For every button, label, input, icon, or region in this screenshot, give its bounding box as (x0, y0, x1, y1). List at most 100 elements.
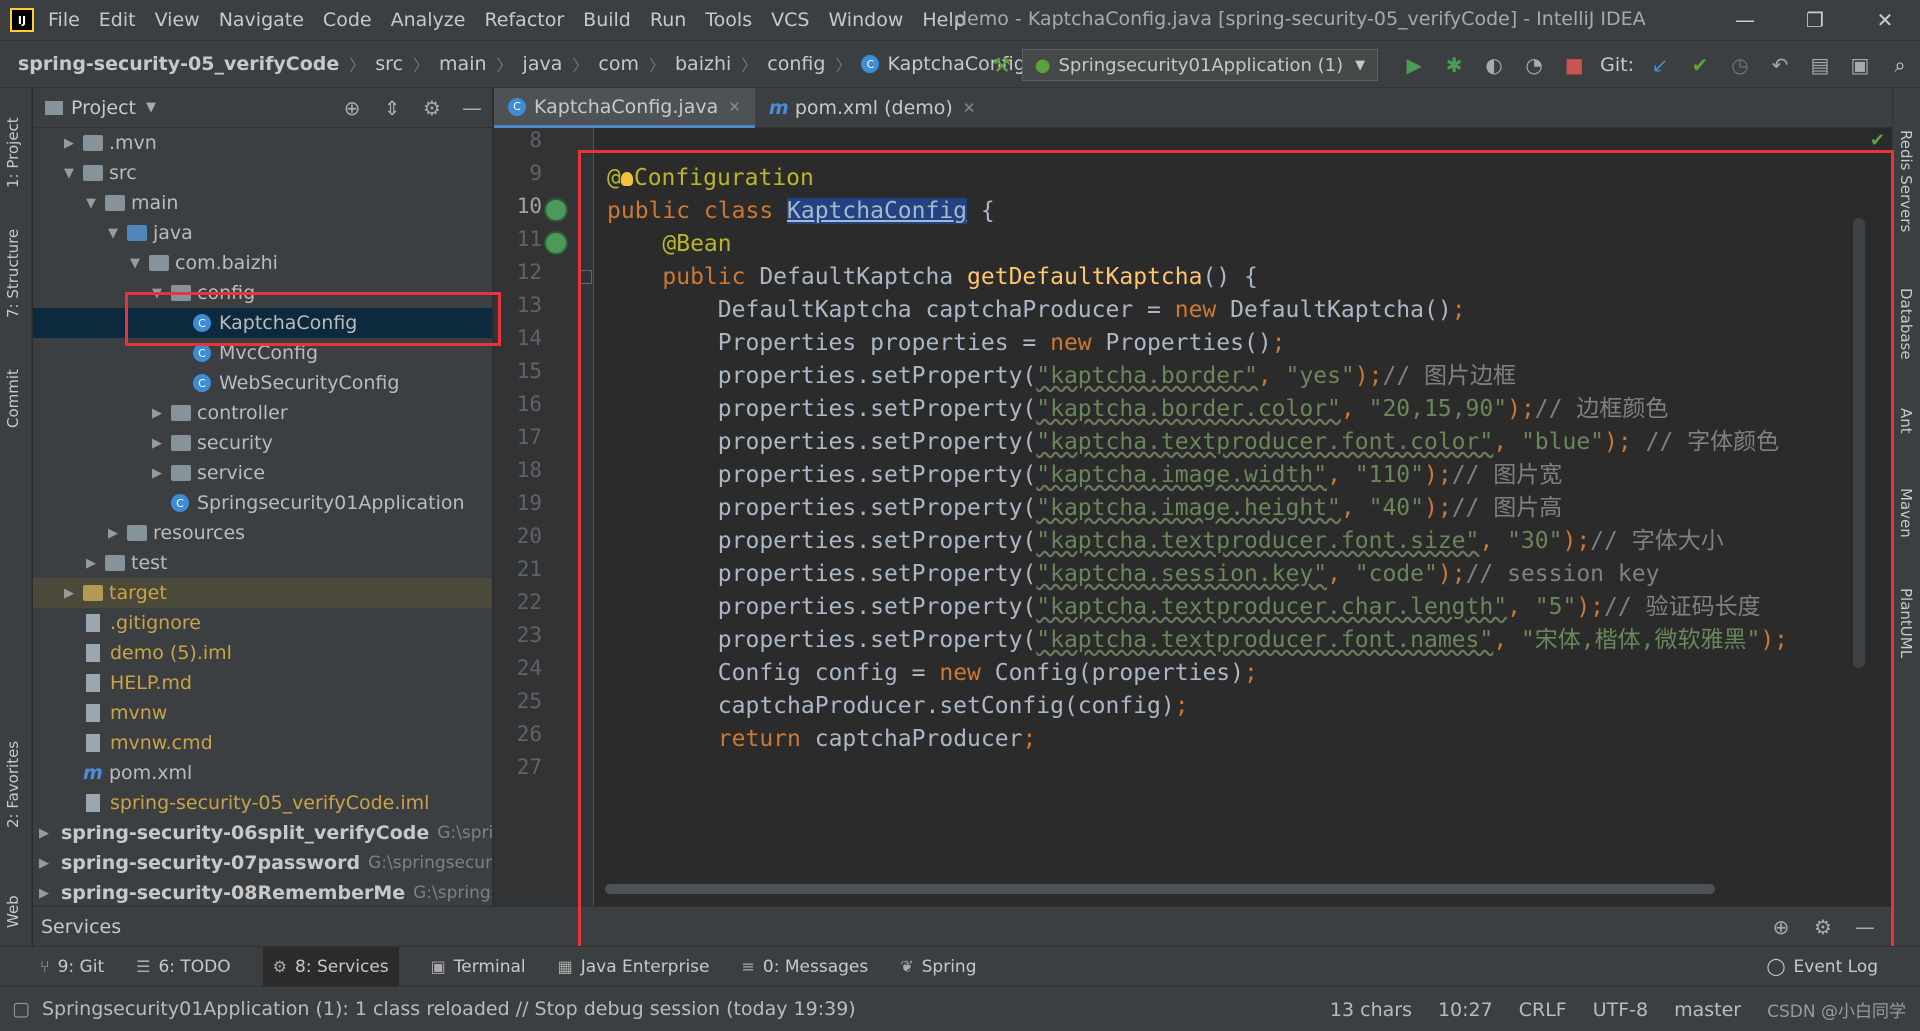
breadcrumb-item[interactable]: spring-security-05_verifyCode (18, 53, 339, 75)
run-icon[interactable]: ▶ (1394, 53, 1434, 77)
vertical-scrollbar[interactable] (1853, 218, 1865, 668)
terminal-layout-icon[interactable]: ▣ (1840, 53, 1880, 77)
expanded-arrow-icon[interactable]: ▼ (149, 286, 165, 301)
tool-tab-plantuml[interactable]: PlantUML (1897, 588, 1915, 658)
tree-item[interactable]: C KaptchaConfig (33, 308, 492, 338)
tree-item[interactable]: ▶ test (33, 548, 492, 578)
breadcrumb-item[interactable]: java (523, 53, 563, 75)
tree-item[interactable]: C WebSecurityConfig (33, 368, 492, 398)
tree-item[interactable]: ▶ .mvn (33, 128, 492, 158)
menu-item-tools[interactable]: Tools (705, 9, 752, 31)
tool-tab-web[interactable]: Web (4, 895, 22, 928)
locate-icon[interactable]: ⊕ (1760, 907, 1802, 947)
menu-item-analyze[interactable]: Analyze (391, 9, 466, 31)
status-caret-position[interactable]: 10:27 (1438, 999, 1493, 1021)
restore-icon[interactable]: ❐ (1780, 0, 1850, 40)
tree-item[interactable]: mvnw.cmd (33, 728, 492, 758)
git-update-icon[interactable]: ↙ (1640, 53, 1680, 77)
run-configuration-select[interactable]: ● Springsecurity01Application (1) ▼ (1021, 49, 1379, 81)
status-git-branch[interactable]: master (1674, 999, 1741, 1021)
tree-item[interactable]: ▶ service (33, 458, 492, 488)
collapsed-arrow-icon[interactable]: ▶ (61, 136, 77, 151)
tree-item[interactable]: .gitignore (33, 608, 492, 638)
tree-item[interactable]: HELP.md (33, 668, 492, 698)
collapsed-arrow-icon[interactable]: ▶ (105, 526, 121, 541)
tree-item[interactable]: spring-security-05_verifyCode.iml (33, 788, 492, 818)
tree-item[interactable]: ▼ src (33, 158, 492, 188)
bottom-tab[interactable]: ▣ Terminal (431, 957, 526, 977)
tree-item[interactable]: m pom.xml (33, 758, 492, 788)
collapsed-arrow-icon[interactable]: ▶ (39, 826, 49, 841)
event-log-button[interactable]: ◯ Event Log (1767, 947, 1879, 987)
collapsed-arrow-icon[interactable]: ▶ (39, 856, 49, 871)
tree-item[interactable]: ▶ spring-security-07password G:\springsecu… (33, 848, 492, 878)
menu-item-file[interactable]: File (48, 9, 80, 31)
code-editor[interactable]: @ Configuration public class KaptchaConfig… (595, 128, 1865, 898)
bottom-tab[interactable]: ⚙ 8: Services (262, 946, 399, 987)
collapsed-arrow-icon[interactable]: ▶ (149, 406, 165, 421)
tree-item[interactable]: mvnw (33, 698, 492, 728)
debug-icon[interactable]: ✱ (1434, 53, 1474, 77)
tree-item[interactable]: demo (5).iml (33, 638, 492, 668)
menu-item-refactor[interactable]: Refactor (484, 9, 564, 31)
expanded-arrow-icon[interactable]: ▼ (61, 166, 77, 181)
tree-item[interactable]: ▶ security (33, 428, 492, 458)
close-icon[interactable]: ✕ (1850, 0, 1920, 40)
chevron-down-icon[interactable]: ▼ (146, 100, 156, 115)
hide-panel-icon[interactable]: — (1844, 907, 1886, 947)
menu-item-view[interactable]: View (155, 9, 200, 31)
status-message[interactable]: Springsecurity01Application (1): 1 class… (42, 998, 856, 1020)
menu-item-code[interactable]: Code (323, 9, 372, 31)
tool-tab-project[interactable]: 1: Project (4, 117, 22, 188)
menu-item-build[interactable]: Build (583, 9, 631, 31)
status-toggle-icon[interactable]: ▢ (12, 998, 30, 1020)
bottom-tab[interactable]: ❦ Spring (900, 957, 976, 977)
breadcrumb-item[interactable]: config (767, 53, 825, 75)
bottom-tab[interactable]: ≡ 0: Messages (742, 957, 869, 977)
menu-item-run[interactable]: Run (650, 9, 686, 31)
bottom-tab[interactable]: ⑂ 9: Git (40, 957, 104, 977)
gear-icon[interactable]: ⚙ (1802, 907, 1844, 947)
tool-tab-maven[interactable]: Maven (1897, 488, 1915, 538)
gear-icon[interactable]: ⚙ (412, 88, 452, 128)
minimize-icon[interactable]: — (1710, 0, 1780, 40)
close-tab-icon[interactable]: ✕ (728, 98, 741, 116)
tree-item[interactable]: C Springsecurity01Application (33, 488, 492, 518)
tree-item[interactable]: ▼ config (33, 278, 492, 308)
tree-item[interactable]: ▶ target (33, 578, 492, 608)
stop-icon[interactable]: ■ (1554, 53, 1594, 77)
build-hammer-icon[interactable]: ⚒ (982, 53, 1022, 77)
breadcrumb-item[interactable]: baizhi (675, 53, 731, 75)
editor-tab[interactable]: m pom.xml (demo) ✕ (755, 88, 990, 128)
git-history-icon[interactable]: ◷ (1720, 53, 1760, 77)
tool-tab-redis-servers[interactable]: Redis Servers (1897, 130, 1915, 232)
tree-item[interactable]: ▼ com.baizhi (33, 248, 492, 278)
tool-tab-favorites[interactable]: 2: Favorites (4, 741, 22, 828)
breadcrumb-item[interactable]: main (439, 53, 486, 75)
breadcrumb-item[interactable]: src (375, 53, 403, 75)
menu-item-navigate[interactable]: Navigate (219, 9, 304, 31)
tree-item[interactable]: ▼ java (33, 218, 492, 248)
expanded-arrow-icon[interactable]: ▼ (105, 226, 121, 241)
intention-bulb-icon[interactable] (620, 171, 633, 186)
breadcrumb-item[interactable]: com (598, 53, 639, 75)
collapse-all-icon[interactable]: ⇕ (372, 88, 412, 128)
inspection-ok-icon[interactable]: ✔ (1870, 130, 1885, 151)
collapsed-arrow-icon[interactable]: ▶ (39, 886, 49, 901)
menu-item-window[interactable]: Window (828, 9, 903, 31)
expanded-arrow-icon[interactable]: ▼ (83, 196, 99, 211)
collapsed-arrow-icon[interactable]: ▶ (83, 556, 99, 571)
tree-item[interactable]: ▶ resources (33, 518, 492, 548)
status-encoding[interactable]: UTF-8 (1593, 999, 1648, 1021)
tool-tab-commit[interactable]: Commit (4, 369, 22, 428)
menu-item-edit[interactable]: Edit (99, 9, 136, 31)
tree-item[interactable]: ▶ spring-security-08RememberMe G:\springse (33, 878, 492, 906)
hide-panel-icon[interactable]: — (452, 88, 492, 128)
bottom-tab[interactable]: ☰ 6: TODO (136, 957, 231, 977)
project-panel-title[interactable]: Project (71, 97, 136, 119)
profile-icon[interactable]: ◔ (1514, 53, 1554, 77)
close-tab-icon[interactable]: ✕ (963, 99, 976, 117)
editor-tab[interactable]: C KaptchaConfig.java ✕ (494, 88, 755, 128)
expanded-arrow-icon[interactable]: ▼ (127, 256, 143, 271)
menu-item-vcs[interactable]: VCS (771, 9, 809, 31)
